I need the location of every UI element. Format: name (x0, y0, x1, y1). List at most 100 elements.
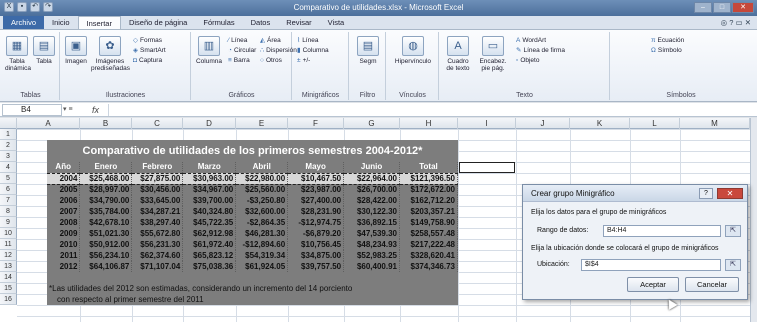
cell[interactable]: $22,980.00 (235, 172, 289, 185)
cell[interactable]: $27,875.00 (131, 172, 184, 185)
cell[interactable]: $48,234.93 (343, 239, 400, 250)
row-header[interactable]: 4 (0, 162, 17, 173)
table-row[interactable]: 2009 $51,021.30 $55,672.80 $62,912.98 $4… (47, 228, 458, 239)
name-box[interactable]: B4 (2, 104, 62, 116)
cell[interactable]: 2012 (47, 261, 81, 272)
cell[interactable]: $23,987.00 (287, 184, 345, 195)
cell[interactable]: $40,324.80 (182, 206, 237, 217)
tab-inicio[interactable]: Inicio (44, 16, 78, 29)
cell[interactable]: $38,297.40 (131, 217, 184, 228)
cell[interactable]: $61,972.40 (182, 239, 237, 250)
sparkline-line-button[interactable]: ⌇ Línea (297, 36, 318, 45)
scatter-chart-button[interactable]: ∴ Dispersión (260, 46, 297, 55)
cell[interactable]: $75,038.36 (182, 261, 237, 272)
row-header[interactable]: 6 (0, 184, 17, 195)
sparkline-winloss-button[interactable]: ± +/- (297, 56, 310, 65)
cell[interactable]: $65,823.12 (182, 250, 237, 261)
cell[interactable]: $54,319.34 (235, 250, 289, 261)
table-button[interactable]: ▤ Tabla (32, 36, 56, 65)
location-picker-icon[interactable]: ⇱ (725, 259, 741, 271)
column-header[interactable]: L (630, 118, 680, 129)
cell[interactable]: 2004 (47, 172, 81, 185)
tab-formulas[interactable]: Fórmulas (195, 16, 242, 29)
column-header[interactable]: B (80, 118, 132, 129)
location-input[interactable]: $I$4 (581, 259, 721, 271)
close-button[interactable]: ✕ (732, 2, 754, 13)
cell[interactable]: $60,400.91 (343, 261, 400, 272)
cell[interactable]: $28,231.90 (287, 206, 345, 217)
row-header[interactable]: 12 (0, 250, 17, 261)
ok-button[interactable]: Aceptar (627, 277, 679, 292)
cell[interactable]: 2005 (47, 184, 81, 195)
signature-line-button[interactable]: ✎ Línea de firma (516, 46, 565, 55)
pivot-table-button[interactable]: ▦ Tabla dinámica (5, 36, 31, 72)
cell[interactable]: $10,467.50 (287, 172, 345, 185)
cell[interactable]: $121,396.50 (399, 172, 458, 185)
cell[interactable]: $62,374.60 (131, 250, 184, 261)
column-header[interactable]: H (400, 118, 458, 129)
cell[interactable]: 2011 (47, 250, 81, 261)
tab-vista[interactable]: Vista (320, 16, 353, 29)
cell[interactable]: $25,468.00 (79, 172, 133, 185)
cell[interactable]: $22,964.00 (343, 172, 400, 185)
help-button[interactable]: ? (699, 188, 713, 199)
cell[interactable]: $51,021.30 (79, 228, 133, 239)
cell[interactable]: $36,892.15 (343, 217, 400, 228)
range-input[interactable]: B4:H4 (603, 225, 721, 237)
cell[interactable]: 2010 (47, 239, 81, 250)
column-chart-button[interactable]: ▥ Columna (194, 36, 224, 65)
row-header[interactable]: 8 (0, 206, 17, 217)
cell[interactable]: $26,700.00 (343, 184, 400, 195)
tab-archivo[interactable]: Archivo (3, 16, 45, 29)
data-table[interactable]: Comparativo de utilidades de los primero… (47, 140, 458, 283)
cell[interactable]: $46,281.30 (235, 228, 289, 239)
cell[interactable]: $32,600.00 (235, 206, 289, 217)
area-chart-button[interactable]: ◭ Área (260, 36, 281, 45)
cell[interactable]: $162,712.20 (399, 195, 458, 206)
cell[interactable]: -$12,974.75 (287, 217, 345, 228)
cell[interactable]: $203,357.21 (399, 206, 458, 217)
table-row[interactable]: 2011 $56,234.10 $62,374.60 $65,823.12 $5… (47, 250, 458, 261)
cell[interactable]: $56,234.10 (79, 250, 133, 261)
column-header[interactable]: J (516, 118, 570, 129)
cell[interactable]: $45,722.35 (182, 217, 237, 228)
line-chart-button[interactable]: ⁄ Línea (228, 36, 247, 45)
other-charts-button[interactable]: ○ Otros (260, 56, 282, 65)
cell[interactable]: $149,758.90 (399, 217, 458, 228)
textbox-button[interactable]: A Cuadro de texto (443, 36, 473, 72)
hyperlink-button[interactable]: ◍ Hipervínculo (390, 36, 436, 65)
symbol-button[interactable]: Ω Símbolo (651, 46, 682, 55)
cell[interactable]: $328,620.41 (399, 250, 458, 261)
cell[interactable]: $55,672.80 (131, 228, 184, 239)
bar-chart-button[interactable]: ≡ Barra (228, 56, 250, 65)
smartart-button[interactable]: ◈ SmartArt (133, 46, 166, 55)
cell[interactable]: $27,400.00 (287, 195, 345, 206)
header-footer-button[interactable]: ▭ Encabez. pie pág. (476, 36, 510, 72)
cell[interactable]: $64,106.87 (79, 261, 133, 272)
cell[interactable]: $30,456.00 (131, 184, 184, 195)
row-header[interactable]: 11 (0, 239, 17, 250)
cancel-button[interactable]: Cancelar (685, 277, 739, 292)
cell[interactable]: $25,560.00 (235, 184, 289, 195)
wordart-button[interactable]: A WordArt (516, 36, 546, 45)
cell[interactable]: $62,912.98 (182, 228, 237, 239)
cell[interactable]: $33,645.00 (131, 195, 184, 206)
row-header[interactable]: 10 (0, 228, 17, 239)
picture-button[interactable]: ▣ Imagen (63, 36, 89, 65)
cell[interactable]: $47,539.30 (343, 228, 400, 239)
cell[interactable]: -$3,250.80 (235, 195, 289, 206)
column-header[interactable]: M (680, 118, 750, 129)
row-header[interactable]: 16 (0, 294, 17, 305)
row-header[interactable]: 13 (0, 261, 17, 272)
row-header[interactable]: 3 (0, 151, 17, 162)
column-header[interactable]: A (17, 118, 80, 129)
column-header[interactable]: D (183, 118, 236, 129)
table-row[interactable]: 2007 $35,784.00 $34,287.21 $40,324.80 $3… (47, 206, 458, 217)
tab-revisar[interactable]: Revisar (278, 16, 319, 29)
dialog-close-button[interactable]: ✕ (717, 188, 743, 199)
insert-function-icon[interactable]: fx (92, 104, 99, 116)
cell[interactable]: $374,346.73 (399, 261, 458, 272)
cell[interactable]: $172,672.00 (399, 184, 458, 195)
equation-button[interactable]: π Ecuación (651, 36, 684, 45)
cell[interactable]: $71,107.04 (131, 261, 184, 272)
